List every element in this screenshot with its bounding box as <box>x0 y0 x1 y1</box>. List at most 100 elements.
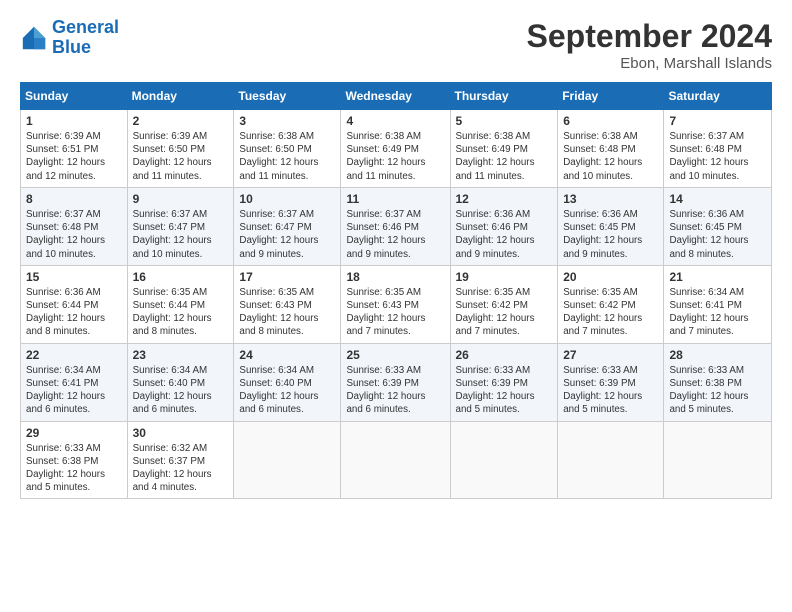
calendar-day-header: Tuesday <box>234 83 341 110</box>
calendar-cell: 14 Sunrise: 6:36 AM Sunset: 6:45 PM Dayli… <box>664 187 772 265</box>
calendar-cell: 28 Sunrise: 6:33 AM Sunset: 6:38 PM Dayli… <box>664 343 772 421</box>
calendar-cell: 13 Sunrise: 6:36 AM Sunset: 6:45 PM Dayli… <box>558 187 664 265</box>
location: Ebon, Marshall Islands <box>527 55 772 72</box>
calendar-cell <box>234 421 341 499</box>
calendar-day-header: Thursday <box>450 83 558 110</box>
day-info: Sunrise: 6:37 AM Sunset: 6:47 PM Dayligh… <box>133 208 229 261</box>
calendar-cell <box>341 421 450 499</box>
calendar-cell: 26 Sunrise: 6:33 AM Sunset: 6:39 PM Dayli… <box>450 343 558 421</box>
title-block: September 2024 Ebon, Marshall Islands <box>527 18 772 72</box>
calendar-cell: 6 Sunrise: 6:38 AM Sunset: 6:48 PM Daylig… <box>558 110 664 188</box>
day-number: 7 <box>669 114 766 128</box>
day-info: Sunrise: 6:33 AM Sunset: 6:38 PM Dayligh… <box>669 364 766 417</box>
day-number: 27 <box>563 348 658 362</box>
day-info: Sunrise: 6:32 AM Sunset: 6:37 PM Dayligh… <box>133 442 229 495</box>
calendar-cell: 11 Sunrise: 6:37 AM Sunset: 6:46 PM Dayli… <box>341 187 450 265</box>
day-number: 10 <box>239 192 335 206</box>
calendar-cell: 30 Sunrise: 6:32 AM Sunset: 6:37 PM Dayli… <box>127 421 234 499</box>
day-number: 19 <box>456 270 553 284</box>
day-info: Sunrise: 6:37 AM Sunset: 6:47 PM Dayligh… <box>239 208 335 261</box>
day-info: Sunrise: 6:35 AM Sunset: 6:44 PM Dayligh… <box>133 286 229 339</box>
calendar-week-row: 15 Sunrise: 6:36 AM Sunset: 6:44 PM Dayli… <box>21 265 772 343</box>
day-number: 22 <box>26 348 122 362</box>
day-info: Sunrise: 6:33 AM Sunset: 6:39 PM Dayligh… <box>346 364 444 417</box>
day-number: 5 <box>456 114 553 128</box>
day-number: 15 <box>26 270 122 284</box>
page: General Blue September 2024 Ebon, Marsha… <box>0 0 792 612</box>
day-info: Sunrise: 6:33 AM Sunset: 6:39 PM Dayligh… <box>563 364 658 417</box>
calendar-cell: 1 Sunrise: 6:39 AM Sunset: 6:51 PM Daylig… <box>21 110 128 188</box>
day-info: Sunrise: 6:33 AM Sunset: 6:38 PM Dayligh… <box>26 442 122 495</box>
day-number: 4 <box>346 114 444 128</box>
day-number: 8 <box>26 192 122 206</box>
day-info: Sunrise: 6:33 AM Sunset: 6:39 PM Dayligh… <box>456 364 553 417</box>
calendar-cell: 19Sunrise: 6:35 AM Sunset: 6:42 PM Dayli… <box>450 265 558 343</box>
day-info: Sunrise: 6:36 AM Sunset: 6:45 PM Dayligh… <box>669 208 766 261</box>
day-info: Sunrise: 6:36 AM Sunset: 6:46 PM Dayligh… <box>456 208 553 261</box>
calendar-cell: 27 Sunrise: 6:33 AM Sunset: 6:39 PM Dayli… <box>558 343 664 421</box>
day-number: 29 <box>26 426 122 440</box>
day-number: 23 <box>133 348 229 362</box>
calendar-table: SundayMondayTuesdayWednesdayThursdayFrid… <box>20 82 772 499</box>
logo: General Blue <box>20 18 119 58</box>
day-info: Sunrise: 6:35 AM Sunset: 6:43 PM Dayligh… <box>346 286 444 339</box>
day-number: 26 <box>456 348 553 362</box>
calendar-cell: 18 Sunrise: 6:35 AM Sunset: 6:43 PM Dayli… <box>341 265 450 343</box>
day-info: Sunrise: 6:38 AM Sunset: 6:50 PM Dayligh… <box>239 130 335 183</box>
calendar-cell: 17Sunrise: 6:35 AM Sunset: 6:43 PM Dayli… <box>234 265 341 343</box>
logo-line2: Blue <box>52 37 91 57</box>
day-number: 16 <box>133 270 229 284</box>
logo-icon <box>20 24 48 52</box>
day-number: 28 <box>669 348 766 362</box>
day-number: 25 <box>346 348 444 362</box>
day-number: 3 <box>239 114 335 128</box>
calendar-cell <box>558 421 664 499</box>
day-number: 21 <box>669 270 766 284</box>
calendar-day-header: Saturday <box>664 83 772 110</box>
day-info: Sunrise: 6:38 AM Sunset: 6:49 PM Dayligh… <box>456 130 553 183</box>
day-number: 13 <box>563 192 658 206</box>
day-info: Sunrise: 6:37 AM Sunset: 6:46 PM Dayligh… <box>346 208 444 261</box>
day-number: 18 <box>346 270 444 284</box>
day-info: Sunrise: 6:36 AM Sunset: 6:45 PM Dayligh… <box>563 208 658 261</box>
day-info: Sunrise: 6:34 AM Sunset: 6:40 PM Dayligh… <box>239 364 335 417</box>
day-number: 1 <box>26 114 122 128</box>
calendar-cell: 4 Sunrise: 6:38 AM Sunset: 6:49 PM Daylig… <box>341 110 450 188</box>
day-number: 30 <box>133 426 229 440</box>
day-number: 6 <box>563 114 658 128</box>
day-info: Sunrise: 6:35 AM Sunset: 6:43 PM Dayligh… <box>239 286 335 339</box>
calendar-cell <box>450 421 558 499</box>
day-number: 20 <box>563 270 658 284</box>
day-info: Sunrise: 6:39 AM Sunset: 6:50 PM Dayligh… <box>133 130 229 183</box>
calendar-week-row: 22 Sunrise: 6:34 AM Sunset: 6:41 PM Dayli… <box>21 343 772 421</box>
day-info: Sunrise: 6:39 AM Sunset: 6:51 PM Dayligh… <box>26 130 122 183</box>
calendar-cell: 15 Sunrise: 6:36 AM Sunset: 6:44 PM Dayli… <box>21 265 128 343</box>
calendar-day-header: Wednesday <box>341 83 450 110</box>
calendar-day-header: Friday <box>558 83 664 110</box>
day-number: 11 <box>346 192 444 206</box>
calendar-day-header: Sunday <box>21 83 128 110</box>
day-info: Sunrise: 6:34 AM Sunset: 6:40 PM Dayligh… <box>133 364 229 417</box>
logo-line1: General <box>52 17 119 37</box>
calendar-header-row: SundayMondayTuesdayWednesdayThursdayFrid… <box>21 83 772 110</box>
calendar-cell: 20Sunrise: 6:35 AM Sunset: 6:42 PM Dayli… <box>558 265 664 343</box>
month-title: September 2024 <box>527 18 772 55</box>
calendar-cell: 29 Sunrise: 6:33 AM Sunset: 6:38 PM Dayli… <box>21 421 128 499</box>
header: General Blue September 2024 Ebon, Marsha… <box>20 18 772 72</box>
calendar-day-header: Monday <box>127 83 234 110</box>
day-number: 2 <box>133 114 229 128</box>
calendar-cell <box>664 421 772 499</box>
calendar-week-row: 1 Sunrise: 6:39 AM Sunset: 6:51 PM Daylig… <box>21 110 772 188</box>
day-info: Sunrise: 6:36 AM Sunset: 6:44 PM Dayligh… <box>26 286 122 339</box>
day-number: 14 <box>669 192 766 206</box>
calendar-cell: 7 Sunrise: 6:37 AM Sunset: 6:48 PM Daylig… <box>664 110 772 188</box>
day-info: Sunrise: 6:37 AM Sunset: 6:48 PM Dayligh… <box>669 130 766 183</box>
logo-text: General Blue <box>52 18 119 58</box>
calendar-cell: 23 Sunrise: 6:34 AM Sunset: 6:40 PM Dayli… <box>127 343 234 421</box>
calendar-cell: 12Sunrise: 6:36 AM Sunset: 6:46 PM Dayli… <box>450 187 558 265</box>
day-info: Sunrise: 6:38 AM Sunset: 6:48 PM Dayligh… <box>563 130 658 183</box>
calendar-cell: 9Sunrise: 6:37 AM Sunset: 6:47 PM Daylig… <box>127 187 234 265</box>
day-info: Sunrise: 6:34 AM Sunset: 6:41 PM Dayligh… <box>26 364 122 417</box>
calendar-week-row: 8Sunrise: 6:37 AM Sunset: 6:48 PM Daylig… <box>21 187 772 265</box>
day-info: Sunrise: 6:38 AM Sunset: 6:49 PM Dayligh… <box>346 130 444 183</box>
